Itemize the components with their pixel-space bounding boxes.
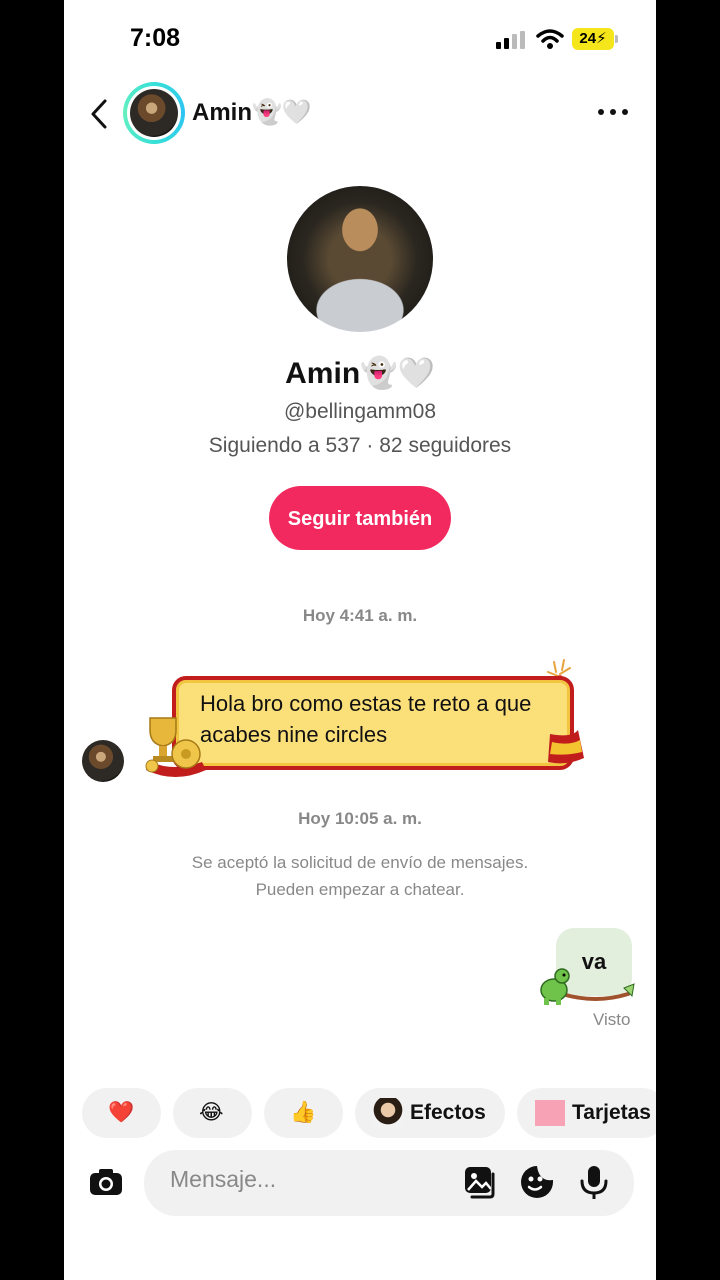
incoming-message-text: Hola bro como estas te reto a que acabes… [200,691,532,747]
message-placeholder: Mensaje... [170,1166,277,1192]
camera-icon[interactable] [88,1164,124,1200]
trophy-decoration-icon [145,717,206,777]
timestamp-2: Hoy 10:05 a. m. [298,809,422,828]
battery-tip [615,35,618,43]
gift-card-icon [535,1100,565,1126]
profile-picture[interactable] [287,186,433,332]
header-avatar[interactable] [123,82,185,144]
incoming-message-bubble[interactable]: Hola bro como estas te reto a que acabes… [172,676,574,770]
profile-stats: Siguiendo a 537 · 82 seguidores [208,434,512,457]
sticker-icon[interactable] [519,1164,555,1200]
battery-icon: 24⚡ [572,28,614,50]
gallery-icon[interactable] [462,1164,498,1200]
battery-level: 24 [579,30,597,47]
profile-handle: @bellingamm08 [283,400,437,423]
chat-screen: 7:08 24⚡ Amin👻🤍 Amin👻🤍 @bellingamm08 Sig… [64,0,656,1280]
header-avatar-frame [127,86,181,140]
dinosaur-decoration-icon [540,968,635,1005]
timestamp-1: Hoy 4:41 a. m. [302,606,418,625]
quick-reaction-thumbs-up[interactable]: 👍 [264,1088,343,1138]
effects-button[interactable]: Efectos [355,1088,505,1138]
quick-reaction-heart[interactable]: ❤️ [82,1088,161,1138]
system-message-line-2: Pueden empezar a chatear. [255,880,465,899]
wifi-icon [536,29,564,49]
thumbs-up-icon: 👍 [290,1101,317,1124]
cards-label: Tarjetas [572,1101,651,1124]
cards-button[interactable]: Tarjetas [517,1088,656,1138]
heart-icon: ❤️ [108,1101,135,1124]
flag-ribbon-decoration-icon [548,730,584,764]
laughing-face-icon: 😂 [199,1101,224,1124]
follow-back-button[interactable]: Seguir también [269,486,451,550]
effects-label: Efectos [410,1101,486,1124]
seen-label: Visto [593,1010,631,1029]
quick-reaction-laugh[interactable]: 😂 [173,1088,252,1138]
header-avatar-image [130,89,178,137]
effects-avatar-icon [373,1098,403,1128]
header-username[interactable]: Amin👻🤍 [192,98,312,127]
more-options-icon[interactable] [596,104,630,120]
sender-avatar[interactable] [82,740,124,782]
status-time: 7:08 [130,24,181,52]
profile-name: Amin👻🤍 [285,357,435,390]
back-arrow-icon[interactable] [88,98,110,130]
signal-icon [496,31,526,49]
microphone-icon[interactable] [576,1164,612,1200]
